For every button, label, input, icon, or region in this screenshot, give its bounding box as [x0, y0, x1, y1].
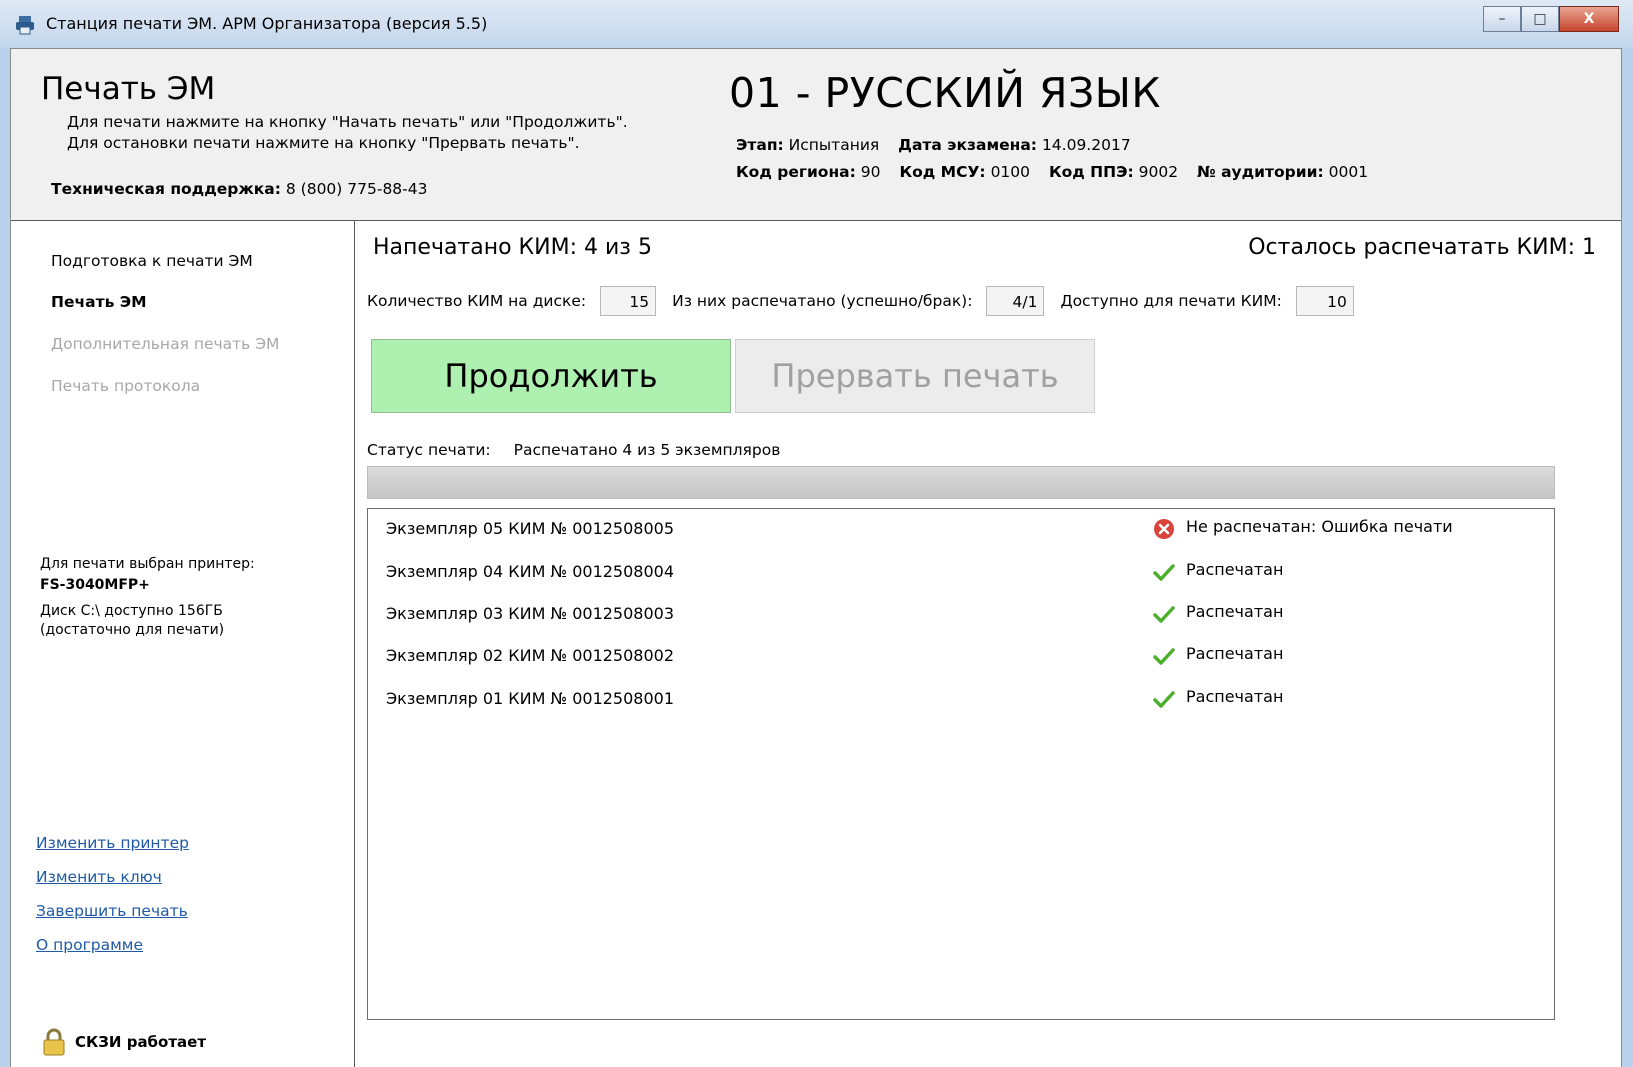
copy-label: Экземпляр 03 КИМ № 0012508003	[386, 604, 674, 623]
list-item[interactable]: Экземпляр 04 КИМ № 0012508004 Распечатан	[368, 552, 1554, 594]
copy-label: Экземпляр 04 КИМ № 0012508004	[386, 562, 674, 581]
remaining-count: Осталось распечатать КИМ: 1	[1248, 235, 1596, 260]
hint-start: Для печати нажмите на кнопку "Начать печ…	[67, 113, 628, 131]
close-button[interactable]: X	[1559, 6, 1619, 32]
printed-count: Напечатано КИМ: 4 из 5	[373, 235, 652, 260]
check-icon	[1153, 648, 1175, 665]
sidebar-item-protocol: Печать протокола	[51, 377, 201, 395]
page-title: Печать ЭМ	[41, 71, 216, 107]
disk-info: Диск C:\ доступно 156ГБ (достаточно для …	[40, 603, 225, 638]
minimize-button[interactable]: –	[1483, 6, 1521, 32]
printer-label: Для печати выбран принтер:	[40, 556, 255, 572]
list-item[interactable]: Экземпляр 05 КИМ № 0012508005 Не распеча…	[368, 509, 1554, 551]
app-window: Станция печати ЭМ. АРМ Организатора (вер…	[0, 0, 1633, 1067]
copy-status: Не распечатан: Ошибка печати	[1186, 517, 1453, 536]
window-title: Станция печати ЭМ. АРМ Организатора (вер…	[46, 14, 488, 33]
progress-fill	[368, 467, 1554, 498]
change-printer-link[interactable]: Изменить принтер	[36, 834, 189, 852]
copy-status: Распечатан	[1186, 560, 1284, 579]
region-value: 90	[860, 163, 881, 181]
ppe-value: 9002	[1138, 163, 1179, 181]
status-label: Статус печати:	[367, 441, 491, 459]
client-area: Печать ЭМ Для печати нажмите на кнопку "…	[10, 48, 1622, 1067]
codes-row: Код региона: 90 Код МСУ: 0100 Код ППЭ: 9…	[736, 163, 1382, 181]
continue-button[interactable]: Продолжить	[371, 339, 731, 413]
copy-label: Экземпляр 05 КИМ № 0012508005	[386, 519, 674, 538]
available-field: 10	[1295, 286, 1354, 316]
copy-status: Распечатан	[1186, 644, 1284, 663]
about-link[interactable]: О программе	[36, 936, 143, 954]
list-item[interactable]: Экземпляр 03 КИМ № 0012508003 Распечатан	[368, 594, 1554, 636]
sidebar-item-prepare[interactable]: Подготовка к печати ЭМ	[51, 252, 253, 270]
copy-label: Экземпляр 01 КИМ № 0012508001	[386, 689, 674, 708]
list-item[interactable]: Экземпляр 01 КИМ № 0012508001 Распечатан	[368, 679, 1554, 721]
check-icon	[1153, 606, 1175, 623]
change-key-link[interactable]: Изменить ключ	[36, 868, 162, 886]
region-label: Код региона:	[736, 163, 856, 181]
title-bar[interactable]: Станция печати ЭМ. АРМ Организатора (вер…	[0, 0, 1633, 48]
sidebar-item-print[interactable]: Печать ЭМ	[51, 293, 147, 311]
subject-title: 01 - РУССКИЙ ЯЗЫК	[729, 69, 1162, 117]
support-info: Техническая поддержка: 8 (800) 775-88-43	[51, 180, 428, 198]
disk-count-field: 15	[600, 286, 657, 316]
printed-ratio-field: 4/1	[986, 286, 1045, 316]
support-phone: 8 (800) 775-88-43	[285, 180, 428, 198]
available-label: Доступно для печати КИМ:	[1060, 292, 1282, 310]
list-item[interactable]: Экземпляр 02 КИМ № 0012508002 Распечатан	[368, 636, 1554, 678]
exam-date-value: 14.09.2017	[1041, 136, 1131, 154]
error-icon	[1154, 519, 1174, 539]
stage-value: Испытания	[788, 136, 880, 154]
exam-date-label: Дата экзамена:	[898, 136, 1037, 154]
crypto-status-label: СКЗИ работает	[75, 1033, 207, 1051]
msu-value: 0100	[990, 163, 1031, 181]
copies-list[interactable]: Экземпляр 05 КИМ № 0012508005 Не распеча…	[367, 508, 1555, 1020]
ppe-label: Код ППЭ:	[1048, 163, 1134, 181]
hint-stop: Для остановки печати нажмите на кнопку "…	[67, 134, 580, 152]
window-controls: – □ X	[1483, 6, 1619, 32]
finish-print-link[interactable]: Завершить печать	[36, 902, 188, 920]
copy-status: Распечатан	[1186, 602, 1284, 621]
header-panel: Печать ЭМ Для печати нажмите на кнопку "…	[11, 49, 1621, 221]
room-label: № аудитории:	[1197, 163, 1324, 181]
check-icon	[1153, 564, 1175, 581]
copy-label: Экземпляр 02 КИМ № 0012508002	[386, 646, 674, 665]
print-status: Статус печати: Распечатано 4 из 5 экземп…	[367, 441, 780, 459]
print-progress-bar	[367, 466, 1555, 499]
copy-status: Распечатан	[1186, 687, 1284, 706]
printer-app-icon	[16, 16, 34, 35]
exam-info-row: Этап: Испытания Дата экзамена: 14.09.201…	[736, 136, 1145, 154]
stage-label: Этап:	[736, 136, 784, 154]
printer-name: FS-3040MFP+	[40, 577, 150, 593]
room-value: 0001	[1328, 163, 1369, 181]
abort-print-button: Прервать печать	[735, 339, 1095, 413]
check-icon	[1153, 691, 1175, 708]
msu-label: Код МСУ:	[899, 163, 986, 181]
maximize-button[interactable]: □	[1521, 6, 1559, 32]
sidebar-item-extra-print: Дополнительная печать ЭМ	[51, 335, 280, 353]
lock-icon	[43, 1028, 65, 1056]
main-panel: Напечатано КИМ: 4 из 5 Осталось распечат…	[355, 221, 1621, 1067]
disk-count-label: Количество КИМ на диске:	[367, 292, 587, 310]
sidebar: Подготовка к печати ЭМ Печать ЭМ Дополни…	[11, 221, 355, 1067]
support-label: Техническая поддержка:	[51, 180, 281, 198]
printed-ratio-label: Из них распечатано (успешно/брак):	[672, 292, 973, 310]
crypto-status: СКЗИ работает	[43, 1028, 206, 1056]
status-value: Распечатано 4 из 5 экземпляров	[513, 441, 781, 459]
counters-row: Количество КИМ на диске: 15 Из них распе…	[367, 286, 1370, 316]
